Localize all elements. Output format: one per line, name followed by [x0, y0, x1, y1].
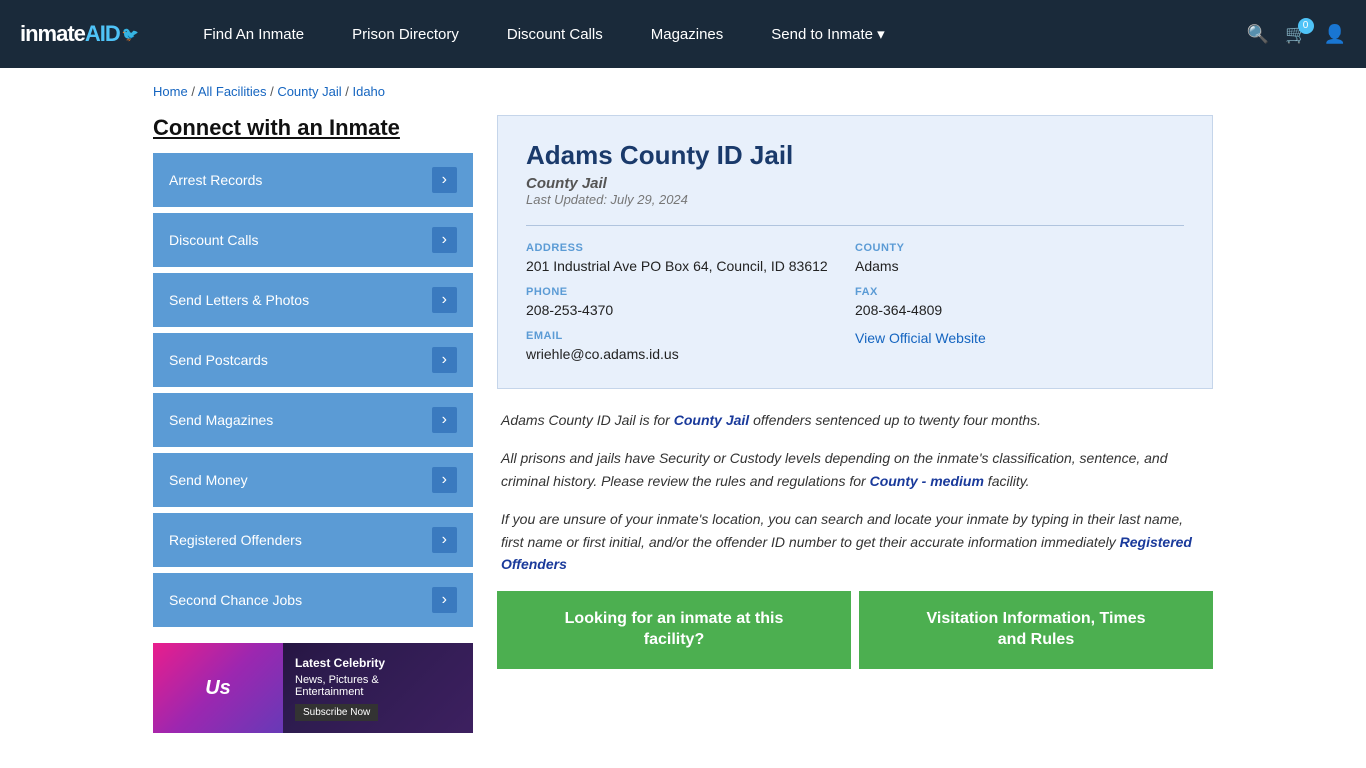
cart-icon[interactable]: 🛒 0 — [1285, 24, 1307, 45]
looking-for-inmate-button[interactable]: Looking for an inmate at this facility? — [497, 591, 851, 669]
phone-label: PHONE — [526, 286, 855, 298]
desc-para2-after: facility. — [984, 473, 1030, 489]
sidebar-btn-label: Send Magazines — [169, 412, 273, 428]
sidebar-btn-arrow-icon: › — [432, 467, 457, 493]
sidebar-btn-label: Send Money — [169, 472, 248, 488]
sidebar-btn-arrow-icon: › — [432, 227, 457, 253]
sidebar-btn-label: Discount Calls — [169, 232, 258, 248]
sidebar-title: Connect with an Inmate — [153, 115, 473, 141]
sidebar-ad-line2: News, Pictures & — [295, 674, 385, 686]
fax-label: FAX — [855, 286, 1184, 298]
breadcrumb: Home / All Facilities / County Jail / Id… — [153, 84, 1213, 99]
btn2-line2: and Rules — [998, 631, 1074, 648]
bottom-buttons: Looking for an inmate at this facility? … — [497, 591, 1213, 669]
desc-para2-before: All prisons and jails have Security or C… — [501, 450, 1168, 488]
breadcrumb-county-jail[interactable]: County Jail — [277, 84, 341, 99]
user-icon[interactable]: 👤 — [1324, 24, 1346, 45]
sidebar-btn-label: Registered Offenders — [169, 532, 302, 548]
facility-col-left: ADDRESS 201 Industrial Ave PO Box 64, Co… — [526, 242, 855, 364]
nav-magazines[interactable]: Magazines — [627, 0, 748, 68]
facility-card: Adams County ID Jail County Jail Last Up… — [497, 115, 1213, 389]
logo-bird-icon: 🐦 — [122, 26, 139, 43]
sidebar-ad-line3: Entertainment — [295, 686, 385, 698]
nav-icons: 🔍 🛒 0 👤 — [1247, 24, 1346, 45]
sidebar-btn-send-postcards[interactable]: Send Postcards › — [153, 333, 473, 387]
sidebar-btn-label: Send Letters & Photos — [169, 292, 309, 308]
desc-para3: If you are unsure of your inmate's locat… — [501, 508, 1209, 575]
desc-para1-before: Adams County ID Jail is for — [501, 412, 674, 428]
btn2-line1: Visitation Information, Times — [927, 610, 1146, 627]
county-label: COUNTY — [855, 242, 1184, 254]
sidebar-ad-subscribe-button[interactable]: Subscribe Now — [295, 704, 378, 721]
desc-para1: Adams County ID Jail is for County Jail … — [501, 409, 1209, 431]
sidebar-btn-second-chance[interactable]: Second Chance Jobs › — [153, 573, 473, 627]
address-label: ADDRESS — [526, 242, 855, 254]
logo-inmate: inmate — [20, 21, 85, 46]
sidebar-btn-arrow-icon: › — [432, 527, 457, 553]
sidebar-btn-arrow-icon: › — [432, 407, 457, 433]
nav-prison-directory[interactable]: Prison Directory — [328, 0, 483, 68]
cart-badge: 0 — [1298, 18, 1314, 34]
nav-send-to-inmate[interactable]: Send to Inmate ▾ — [747, 0, 908, 68]
main-layout: Connect with an Inmate Arrest Records › … — [153, 115, 1213, 733]
facility-updated: Last Updated: July 29, 2024 — [526, 192, 1184, 207]
page-wrapper: Home / All Facilities / County Jail / Id… — [133, 68, 1233, 749]
sidebar-btn-arrest-records[interactable]: Arrest Records › — [153, 153, 473, 207]
sidebar-btn-send-magazines[interactable]: Send Magazines › — [153, 393, 473, 447]
logo-aid: AID — [85, 21, 120, 46]
breadcrumb-state[interactable]: Idaho — [352, 84, 385, 99]
fax-value: 208-364-4809 — [855, 302, 1184, 318]
sidebar-btn-arrow-icon: › — [432, 287, 457, 313]
btn1-line1: Looking for an inmate at this — [565, 610, 784, 627]
sidebar-ad-line1: Latest Celebrity — [295, 656, 385, 670]
county-medium-link[interactable]: County - medium — [870, 473, 984, 489]
sidebar-ad-image: Us — [153, 643, 283, 733]
sidebar-ad-text: Latest Celebrity News, Pictures & Entert… — [283, 648, 397, 729]
sidebar-btn-send-letters[interactable]: Send Letters & Photos › — [153, 273, 473, 327]
email-label: EMAIL — [526, 330, 855, 342]
nav-links: Find An Inmate Prison Directory Discount… — [179, 0, 1246, 68]
phone-value: 208-253-4370 — [526, 302, 855, 318]
county-jail-link[interactable]: County Jail — [674, 412, 749, 428]
sidebar-btn-label: Second Chance Jobs — [169, 592, 302, 608]
facility-type: County Jail — [526, 175, 1184, 192]
view-official-website-link[interactable]: View Official Website — [855, 330, 986, 346]
desc-para2: All prisons and jails have Security or C… — [501, 447, 1209, 492]
desc-para1-after: offenders sentenced up to twenty four mo… — [749, 412, 1041, 428]
sidebar-btn-send-money[interactable]: Send Money › — [153, 453, 473, 507]
address-value: 201 Industrial Ave PO Box 64, Council, I… — [526, 258, 855, 274]
sidebar-btn-label: Arrest Records — [169, 172, 262, 188]
email-value: wriehle@co.adams.id.us — [526, 346, 855, 362]
right-content: Adams County ID Jail County Jail Last Up… — [497, 115, 1213, 733]
sidebar-btn-arrow-icon: › — [432, 347, 457, 373]
sidebar-btn-arrow-icon: › — [432, 587, 457, 613]
logo[interactable]: inmateAID 🐦 — [20, 21, 139, 47]
sidebar-btn-arrow-icon: › — [432, 167, 457, 193]
sidebar-ad[interactable]: Us Latest Celebrity News, Pictures & Ent… — [153, 643, 473, 733]
search-icon[interactable]: 🔍 — [1247, 24, 1269, 45]
nav-find-inmate[interactable]: Find An Inmate — [179, 0, 328, 68]
desc-para3-before: If you are unsure of your inmate's locat… — [501, 511, 1183, 549]
county-value: Adams — [855, 258, 1184, 274]
nav-discount-calls[interactable]: Discount Calls — [483, 0, 627, 68]
sidebar: Connect with an Inmate Arrest Records › … — [153, 115, 473, 733]
breadcrumb-home[interactable]: Home — [153, 84, 188, 99]
sidebar-btn-discount-calls[interactable]: Discount Calls › — [153, 213, 473, 267]
sidebar-btn-registered-offenders[interactable]: Registered Offenders › — [153, 513, 473, 567]
description: Adams County ID Jail is for County Jail … — [497, 409, 1213, 575]
facility-title: Adams County ID Jail — [526, 140, 1184, 171]
facility-col-right: COUNTY Adams FAX 208-364-4809 View Offic… — [855, 242, 1184, 364]
facility-details: ADDRESS 201 Industrial Ave PO Box 64, Co… — [526, 225, 1184, 364]
sidebar-btn-label: Send Postcards — [169, 352, 268, 368]
navbar: inmateAID 🐦 Find An Inmate Prison Direct… — [0, 0, 1366, 68]
visitation-information-button[interactable]: Visitation Information, Times and Rules — [859, 591, 1213, 669]
btn1-line2: facility? — [644, 631, 704, 648]
logo-text: inmateAID — [20, 21, 120, 47]
breadcrumb-all-facilities[interactable]: All Facilities — [198, 84, 267, 99]
